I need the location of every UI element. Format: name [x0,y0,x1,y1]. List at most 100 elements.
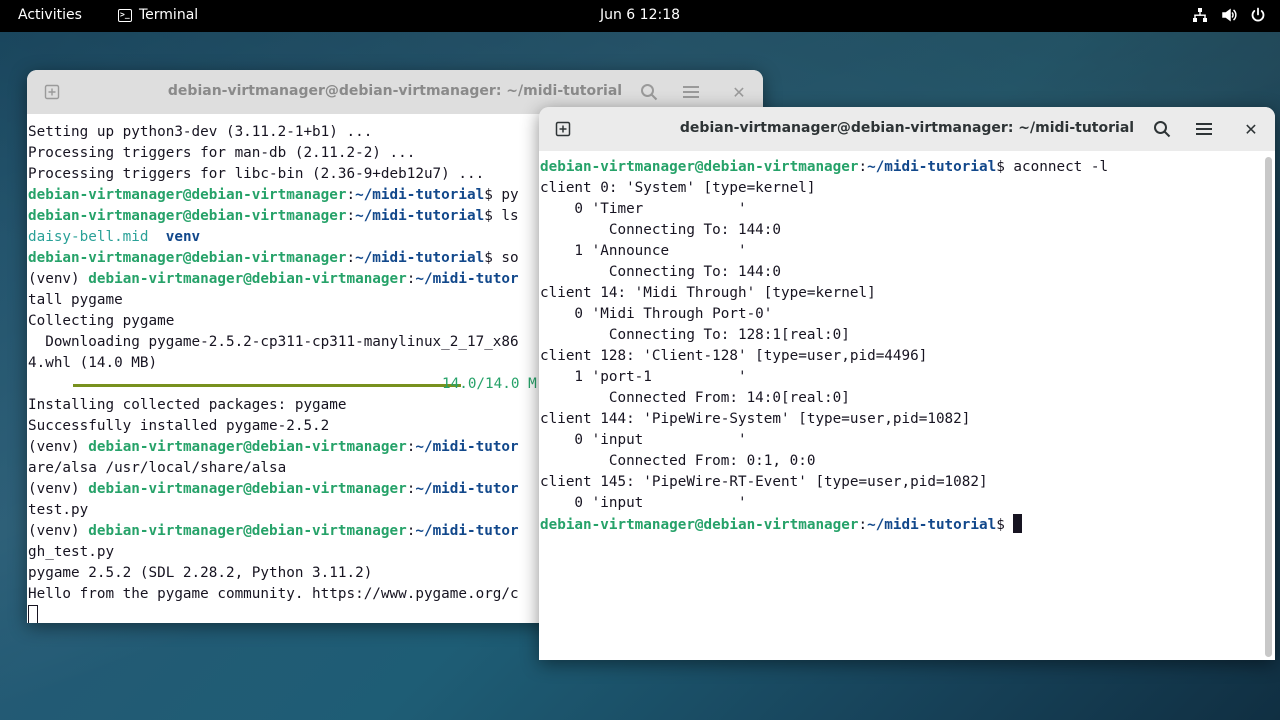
terminal-text: ~/midi-tutorial [355,187,485,203]
terminal-line: Connected From: 0:1, 0:0 [540,451,1275,472]
system-tray[interactable] [1192,7,1266,23]
terminal-text: pygame 2.5.2 (SDL 2.28.2, Python 3.11.2) [28,565,373,581]
terminal-line: client 0: 'System' [type=kernel] [540,178,1275,199]
terminal-line: client 14: 'Midi Through' [type=kernel] [540,283,1275,304]
terminal-output[interactable]: debian-virtmanager@debian-virtmanager:~/… [539,151,1275,660]
terminal-text: debian-virtmanager@debian-virtmanager [88,523,407,539]
menu-button[interactable] [674,78,708,106]
terminal-text: daisy-bell.mid [28,229,149,245]
terminal-text: (venv) [28,439,89,455]
terminal-line: debian-virtmanager@debian-virtmanager:~/… [540,514,1275,535]
new-tab-button[interactable] [35,78,69,106]
terminal-text: (venv) [28,481,89,497]
terminal-text: ~/midi-tutor [415,439,519,455]
terminal-line: 0 'Midi Through Port-0' [540,304,1275,325]
terminal-line: 0 'input ' [540,493,1275,514]
power-icon[interactable] [1250,7,1266,23]
terminal-text: client 144: 'PipeWire-System' [type=user… [540,411,971,427]
terminal-text: 1 'Announce ' [540,243,747,259]
terminal-icon: >_ [118,8,132,22]
terminal-text: $ ls [484,208,519,224]
terminal-text: Collecting pygame [28,313,175,329]
terminal-text: ~/midi-tutor [415,481,519,497]
new-tab-icon [44,84,60,100]
terminal-text: debian-virtmanager@debian-virtmanager [88,481,407,497]
terminal-text: ~/midi-tutorial [355,250,485,266]
app-menu-label: Terminal [139,7,199,23]
app-menu[interactable]: >_ Terminal [118,7,198,23]
volume-icon[interactable] [1221,7,1237,23]
search-button[interactable] [1145,115,1179,143]
close-icon: ✕ [732,82,746,102]
progress-text: 14.0/14.0 M [442,376,537,392]
terminal-text: debian-virtmanager@debian-virtmanager [28,187,347,203]
terminal-text: tall pygame [28,292,123,308]
terminal-text: debian-virtmanager@debian-virtmanager [28,250,347,266]
terminal-text: Successfully installed pygame-2.5.2 [28,418,330,434]
top-bar: Activities >_ Terminal Jun 6 12:18 [0,0,1280,32]
terminal-text: : [858,159,868,175]
terminal-text: Processing triggers for man-db (2.11.2-2… [28,145,416,161]
terminal-text: 0 'input ' [540,432,747,448]
terminal-text: ~/midi-tutorial [867,159,997,175]
text-cursor [28,605,38,623]
activities-button[interactable]: Activities [18,7,82,23]
terminal-text: ~/midi-tutorial [867,517,997,533]
menu-button[interactable] [1187,115,1221,143]
terminal-text: debian-virtmanager@debian-virtmanager [540,517,859,533]
terminal-text: 0 'Midi Through Port-0' [540,304,918,325]
hamburger-menu-icon [1196,123,1212,135]
terminal-text: ~/midi-tutorial [355,208,485,224]
terminal-text: $ aconnect -l [996,159,1109,175]
terminal-text: Connecting To: 128:1[real:0] [540,325,918,346]
network-icon[interactable] [1192,7,1208,23]
terminal-text: : [346,187,356,203]
close-icon: ✕ [1244,119,1258,139]
terminal-text: Processing triggers for libc-bin (2.36-9… [28,166,485,182]
terminal-text: $ so [484,250,519,266]
terminal-line: 1 'Announce ' [540,241,1275,262]
header-bar[interactable]: debian-virtmanager@debian-virtmanager: ~… [539,107,1275,151]
terminal-text: Connected From: 14:0[real:0] [540,390,850,406]
terminal-line: Connecting To: 128:1[real:0] [540,325,1275,346]
terminal-text: Setting up python3-dev (3.11.2-1+b1) ... [28,124,373,140]
terminal-text: client 145: 'PipeWire-RT-Event' [type=us… [540,474,988,490]
terminal-text: 0 'Timer ' [540,201,747,217]
terminal-line: 0 'Timer ' [540,199,1275,220]
terminal-line: Connected From: 14:0[real:0] [540,388,1275,409]
terminal-line: Connecting To: 144:0 [540,220,1275,241]
terminal-text: 4.whl (14.0 MB) [28,355,158,371]
terminal-text: debian-virtmanager@debian-virtmanager [88,439,407,455]
terminal-text: debian-virtmanager@debian-virtmanager [540,159,859,175]
terminal-text: ~/midi-tutor [415,523,519,539]
clock[interactable]: Jun 6 12:18 [600,7,680,23]
progress-bar [73,384,461,387]
terminal-line: client 145: 'PipeWire-RT-Event' [type=us… [540,472,1275,493]
terminal-line: 1 'port-1 ' [540,367,1275,388]
terminal-text: 0 'input ' [540,495,747,511]
search-button[interactable] [632,78,666,106]
close-button[interactable]: ✕ [727,80,751,104]
new-tab-button[interactable] [546,115,580,143]
terminal-text: ~/midi-tutor [415,271,519,287]
search-icon [641,84,658,101]
terminal-text: : [346,250,356,266]
terminal-text: venv [165,229,201,245]
terminal-window-active[interactable]: debian-virtmanager@debian-virtmanager: ~… [539,107,1275,660]
terminal-text: Hello from the pygame community. https:/… [28,586,519,602]
terminal-text: client 14: 'Midi Through' [type=kernel] [540,283,918,304]
terminal-text: debian-virtmanager@debian-virtmanager [28,208,347,224]
terminal-line: client 144: 'PipeWire-System' [type=user… [540,409,1275,430]
scrollbar[interactable] [1265,157,1272,657]
terminal-line: debian-virtmanager@debian-virtmanager:~/… [540,157,1275,178]
terminal-text: client 0: 'System' [type=kernel] [540,180,816,196]
terminal-text: : [858,517,868,533]
close-button[interactable]: ✕ [1239,117,1263,141]
terminal-text: $ py [484,187,519,203]
text-cursor [1013,514,1023,533]
terminal-text: Connected From: 0:1, 0:0 [540,453,816,469]
terminal-text: $ [996,517,1014,533]
terminal-text: Installing collected packages: pygame [28,397,347,413]
terminal-text: 1 'port-1 ' [540,369,747,385]
